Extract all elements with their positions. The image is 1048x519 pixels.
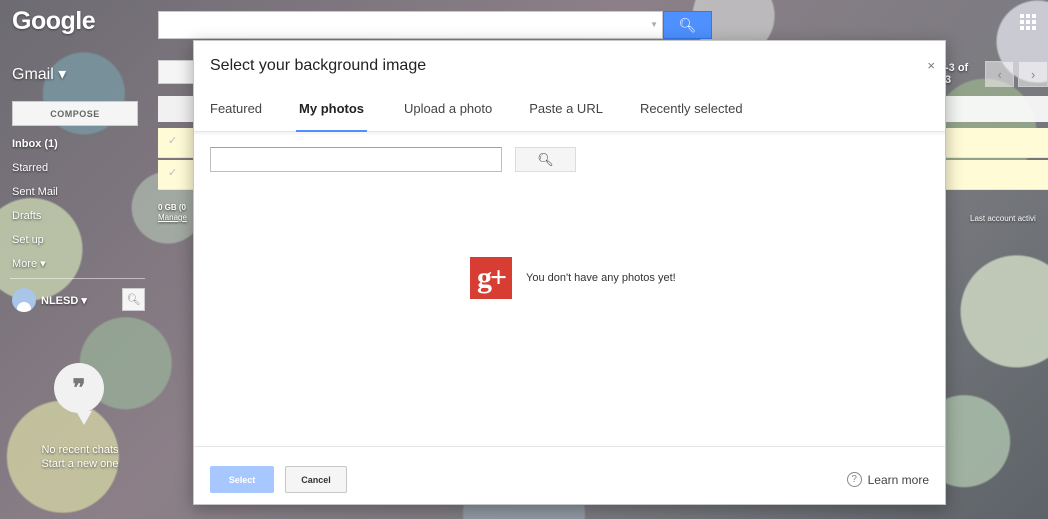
- no-chats-message: No recent chats Start a new one: [20, 443, 140, 471]
- help-icon: ?: [846, 472, 862, 487]
- hangouts-account[interactable]: NLESD ▾: [12, 288, 87, 312]
- sidebar-item-sent-mail[interactable]: Sent Mail: [12, 185, 58, 209]
- check-icon: ✓: [168, 135, 178, 147]
- tab-featured[interactable]: Featured: [210, 91, 262, 132]
- search-icon: 🔍︎: [678, 16, 697, 33]
- dialog-tabs: Featured My photos Upload a photo Paste …: [194, 91, 945, 132]
- page-count: -3 of 3: [945, 62, 969, 86]
- learn-more-label: Learn more: [867, 472, 929, 487]
- mail-search-input[interactable]: ▼: [158, 11, 663, 39]
- empty-state: g+ You don't have any photos yet!: [470, 257, 676, 299]
- last-account-activity[interactable]: Last account activi: [970, 214, 1036, 223]
- storage-usage: 0 GB (0: [158, 203, 187, 212]
- pager: -3 of 3 ‹ ›: [945, 61, 1048, 87]
- cancel-button[interactable]: Cancel: [285, 466, 347, 493]
- dialog-title: Select your background image: [210, 57, 427, 74]
- avatar: [12, 288, 36, 312]
- sidebar-divider: [10, 278, 145, 279]
- tab-recently-selected[interactable]: Recently selected: [640, 91, 743, 132]
- chat-search-button[interactable]: 🔍︎: [122, 288, 145, 311]
- apps-grid-icon[interactable]: [1020, 14, 1036, 30]
- sidebar-nav: Inbox (1) Starred Sent Mail Drafts Set u…: [12, 137, 58, 281]
- table-row[interactable]: ✓: [158, 160, 194, 190]
- select-all-checkbox[interactable]: [158, 60, 194, 84]
- mail-list-header: [158, 96, 194, 122]
- tab-upload-a-photo[interactable]: Upload a photo: [404, 91, 492, 132]
- table-row-right[interactable]: [945, 160, 1048, 190]
- hangouts-quote-icon: ❞: [54, 363, 104, 425]
- google-logo[interactable]: Google: [12, 7, 96, 36]
- sidebar-item-set-up[interactable]: Set up: [12, 233, 58, 257]
- tab-my-photos[interactable]: My photos: [296, 91, 368, 132]
- photo-search-input[interactable]: [210, 147, 502, 172]
- search-icon: 🔍︎: [537, 151, 554, 167]
- background-image-dialog: Select your background image × Featured …: [193, 40, 946, 505]
- start-new-chat-link[interactable]: Start a new one: [20, 457, 140, 471]
- tab-paste-a-url[interactable]: Paste a URL: [529, 91, 603, 132]
- table-row[interactable]: ✓: [158, 128, 194, 158]
- no-recent-chats-text: No recent chats: [41, 444, 119, 456]
- account-name: NLESD ▾: [41, 294, 87, 307]
- mail-list-header-right: [945, 96, 1048, 122]
- sidebar-item-inbox[interactable]: Inbox (1): [12, 137, 58, 161]
- empty-message: You don't have any photos yet!: [526, 272, 676, 284]
- search-icon: 🔍︎: [126, 294, 141, 306]
- compose-button[interactable]: COMPOSE: [12, 101, 138, 126]
- select-button[interactable]: Select: [210, 466, 274, 493]
- next-page-button[interactable]: ›: [1018, 61, 1048, 87]
- mail-search-button[interactable]: 🔍︎: [663, 11, 712, 39]
- storage-info: 0 GB (0 Manage: [158, 203, 187, 223]
- sidebar-item-drafts[interactable]: Drafts: [12, 209, 58, 233]
- learn-more-link[interactable]: ? Learn more: [846, 472, 929, 487]
- dialog-footer: Select Cancel ? Learn more: [194, 446, 945, 504]
- google-plus-logo-icon: g+: [470, 257, 512, 299]
- check-icon: ✓: [168, 167, 178, 179]
- sidebar-item-starred[interactable]: Starred: [12, 161, 58, 185]
- gmail-menu[interactable]: Gmail ▾: [12, 64, 66, 84]
- photo-search-button[interactable]: 🔍︎: [515, 147, 576, 172]
- table-row-right[interactable]: [945, 128, 1048, 158]
- manage-storage-link[interactable]: Manage: [158, 213, 187, 223]
- prev-page-button[interactable]: ‹: [984, 61, 1015, 87]
- search-options-chevron-icon[interactable]: ▼: [650, 20, 658, 29]
- close-icon[interactable]: ×: [927, 58, 935, 73]
